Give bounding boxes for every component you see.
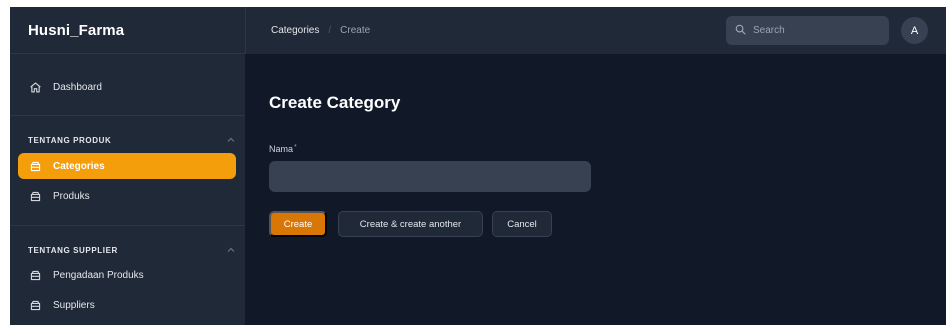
search-input[interactable] [753,25,873,36]
sidebar-item-produks[interactable]: Produks [18,183,236,209]
group-label: TENTANG PRODUK [28,135,112,145]
group-header-supplier[interactable]: TENTANG SUPPLIER [28,245,236,255]
cancel-button[interactable]: Cancel [492,211,552,237]
sidebar-item-suppliers[interactable]: Suppliers [18,292,236,318]
sidebar-item-label: Produks [53,190,90,202]
group-header-produk[interactable]: TENTANG PRODUK [28,135,236,145]
nama-label: Nama* [269,144,297,154]
create-another-button[interactable]: Create & create another [338,211,483,237]
sidebar-divider [10,115,245,116]
folder-icon [28,189,42,203]
sidebar-item-label: Pengadaan Produks [53,269,144,281]
sidebar-divider [10,225,245,226]
group-label: TENTANG SUPPLIER [28,245,118,255]
search-icon [735,22,746,40]
folder-icon [28,298,42,312]
sidebar-item-label: Suppliers [53,299,95,311]
app-frame: Husni_Farma Dashboard TENTANG PRODUK Cat… [10,7,946,325]
breadcrumb-categories[interactable]: Categories [271,25,319,36]
main-content: Create Category Nama* Create Create & cr… [245,54,946,325]
breadcrumb-create: Create [340,25,371,36]
sidebar-item-pengadaan-produks[interactable]: Pengadaan Produks [18,262,236,288]
sidebar-item-label: Categories [53,160,105,172]
folder-icon [28,159,42,173]
sidebar-item-dashboard[interactable]: Dashboard [18,74,236,100]
nama-label-text: Nama [269,144,294,154]
nama-input[interactable] [269,161,591,192]
sidebar-item-label: Dashboard [53,81,102,93]
chevron-up-icon[interactable] [226,245,236,255]
chevron-up-icon[interactable] [226,135,236,145]
breadcrumb-separator: / [328,25,332,36]
folder-icon [28,268,42,282]
brand-name: Husni_Farma [28,21,125,39]
breadcrumb: Categories / Create [271,7,370,54]
required-mark: * [294,144,297,151]
search-box[interactable] [726,16,889,45]
topbar: Categories / Create A [245,7,946,54]
brand[interactable]: Husni_Farma [10,7,245,54]
sidebar: Husni_Farma Dashboard TENTANG PRODUK Cat… [10,7,245,325]
sidebar-item-categories[interactable]: Categories [18,153,236,179]
avatar[interactable]: A [901,17,928,44]
home-icon [28,80,42,94]
create-button[interactable]: Create [269,211,327,237]
page-title: Create Category [269,93,401,112]
